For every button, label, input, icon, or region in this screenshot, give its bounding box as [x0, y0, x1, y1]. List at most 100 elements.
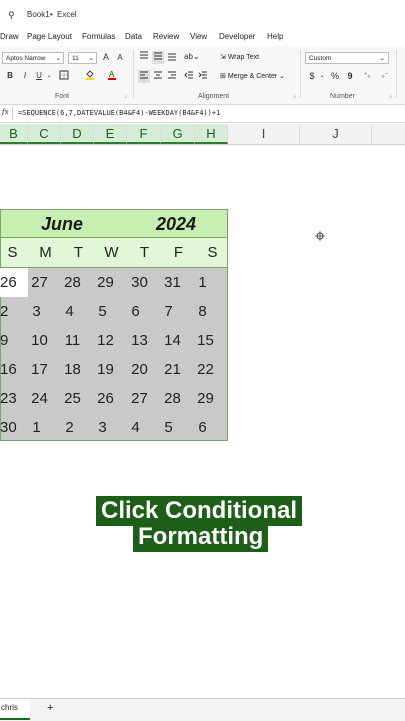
date-cell[interactable]: 29 — [89, 268, 122, 297]
weekday-mon[interactable]: M — [29, 244, 62, 261]
date-cell[interactable]: 7 — [152, 297, 185, 326]
date-cell[interactable]: 15 — [189, 326, 222, 355]
column-header-b[interactable]: B — [0, 124, 28, 144]
top-align-icon[interactable] — [138, 51, 150, 64]
tab-developer[interactable]: Developer — [219, 32, 255, 41]
date-cell[interactable]: 3 — [86, 413, 119, 442]
date-cell[interactable]: 20 — [123, 355, 156, 384]
shrink-font-button[interactable]: A — [114, 52, 126, 64]
font-color-icon[interactable]: A — [106, 69, 117, 83]
weekday-tue[interactable]: T — [62, 244, 95, 261]
sheet-tab-chris[interactable]: chris — [0, 699, 30, 720]
column-header-g[interactable]: G — [161, 124, 195, 144]
date-cell[interactable]: 24 — [23, 384, 56, 413]
date-cell[interactable]: 5 — [86, 297, 119, 326]
date-cell[interactable]: 29 — [189, 384, 222, 413]
borders-icon[interactable] — [58, 70, 69, 83]
tab-draw[interactable]: Draw — [0, 32, 19, 41]
group-divider — [133, 50, 134, 98]
merge-icon: ⊞ — [220, 73, 228, 80]
merge-center-button[interactable]: ⊞ Merge & Center ⌄ — [220, 72, 285, 80]
date-cell[interactable]: 10 — [23, 326, 56, 355]
comma-style-button[interactable]: 9 — [345, 70, 355, 82]
orientation-icon[interactable]: ab⌄ — [184, 51, 200, 63]
date-cell[interactable]: 1 — [20, 413, 53, 442]
launcher-icon[interactable]: ⌟ — [389, 92, 392, 99]
date-cell[interactable]: 22 — [189, 355, 222, 384]
date-cell[interactable]: 6 — [119, 297, 152, 326]
date-cell[interactable]: 3 — [20, 297, 53, 326]
date-cell[interactable]: 28 — [156, 384, 189, 413]
weekday-fri[interactable]: F — [162, 244, 195, 261]
date-cell[interactable]: 27 — [23, 268, 56, 297]
decrease-decimal-icon[interactable]: ₀⁻ — [378, 70, 392, 82]
launcher-icon[interactable]: ⌟ — [293, 92, 296, 99]
chevron-down-icon[interactable]: ⌄ — [318, 70, 326, 82]
date-cell[interactable]: 13 — [123, 326, 156, 355]
add-sheet-button[interactable]: + — [47, 702, 53, 714]
percent-button[interactable]: % — [330, 70, 340, 82]
launcher-icon[interactable]: ⌟ — [124, 92, 127, 99]
align-left-icon[interactable] — [138, 70, 150, 83]
grow-font-button[interactable]: A — [100, 51, 112, 63]
tab-page-layout[interactable]: Page Layout — [27, 32, 72, 41]
fill-color-icon[interactable] — [84, 69, 95, 83]
date-cell[interactable]: 26 — [89, 384, 122, 413]
wrap-text-button[interactable]: ⇲ Wrap Text — [220, 53, 259, 61]
column-header-d[interactable]: D — [61, 124, 94, 144]
italic-button[interactable]: I — [20, 70, 30, 82]
underline-button[interactable]: U — [34, 70, 44, 82]
formula-input[interactable]: =SEQUENCE(6,7,DATEVALUE(B4&F4)-WEEKDAY(B… — [18, 109, 220, 117]
tab-help[interactable]: Help — [267, 32, 283, 41]
date-cell[interactable]: 8 — [186, 297, 219, 326]
date-cell[interactable]: 19 — [89, 355, 122, 384]
column-header-i[interactable]: I — [228, 124, 300, 144]
column-header-j[interactable]: J — [300, 124, 372, 144]
chevron-down-icon[interactable]: ⌄ — [46, 70, 52, 82]
date-cell[interactable]: 6 — [186, 413, 219, 442]
column-header-c[interactable]: C — [28, 124, 61, 144]
align-center-icon[interactable] — [152, 70, 164, 83]
date-cell[interactable]: 25 — [56, 384, 89, 413]
align-right-icon[interactable] — [166, 70, 178, 83]
date-cell[interactable]: 4 — [53, 297, 86, 326]
date-cell[interactable]: 17 — [23, 355, 56, 384]
date-cell[interactable]: 18 — [56, 355, 89, 384]
date-cell[interactable]: 2 — [53, 413, 86, 442]
date-cell[interactable]: 21 — [156, 355, 189, 384]
date-cell[interactable]: 28 — [56, 268, 89, 297]
font-size-dropdown[interactable]: 11 ⌄ — [68, 52, 97, 64]
bottom-align-icon[interactable] — [166, 51, 178, 64]
pin-icon[interactable]: ⚲ — [8, 10, 15, 21]
date-cell[interactable]: 14 — [156, 326, 189, 355]
middle-align-icon[interactable] — [152, 51, 164, 64]
tab-data[interactable]: Data — [125, 32, 142, 41]
currency-button[interactable]: $ — [307, 70, 317, 82]
date-cell[interactable]: 27 — [123, 384, 156, 413]
column-header-e[interactable]: E — [94, 124, 127, 144]
date-cell[interactable]: 4 — [119, 413, 152, 442]
weekday-sun[interactable]: S — [0, 244, 29, 261]
column-header-h[interactable]: H — [195, 124, 228, 144]
date-cell[interactable]: 5 — [152, 413, 185, 442]
date-cell[interactable]: 1 — [186, 268, 219, 297]
increase-decimal-icon[interactable]: ⁺₀ — [360, 70, 374, 82]
fx-icon[interactable]: fx — [2, 108, 9, 116]
weekday-thu[interactable]: T — [128, 244, 161, 261]
column-header-f[interactable]: F — [127, 124, 161, 144]
date-cell[interactable]: 11 — [56, 326, 89, 355]
calendar-title-row[interactable]: June 2024 — [0, 209, 228, 238]
date-cell[interactable]: 31 — [156, 268, 189, 297]
tab-view[interactable]: View — [190, 32, 207, 41]
tab-review[interactable]: Review — [153, 32, 179, 41]
weekday-sat[interactable]: S — [196, 244, 229, 261]
weekday-wed[interactable]: W — [95, 244, 128, 261]
tab-formulas[interactable]: Formulas — [82, 32, 115, 41]
increase-indent-icon[interactable] — [197, 70, 209, 83]
decrease-indent-icon[interactable] — [183, 70, 195, 83]
font-name-dropdown[interactable]: Aptos Narrow ⌄ — [2, 52, 64, 64]
number-format-dropdown[interactable]: Custom ⌄ — [305, 52, 389, 64]
date-cell[interactable]: 30 — [123, 268, 156, 297]
date-cell[interactable]: 12 — [89, 326, 122, 355]
bold-button[interactable]: B — [5, 70, 15, 82]
